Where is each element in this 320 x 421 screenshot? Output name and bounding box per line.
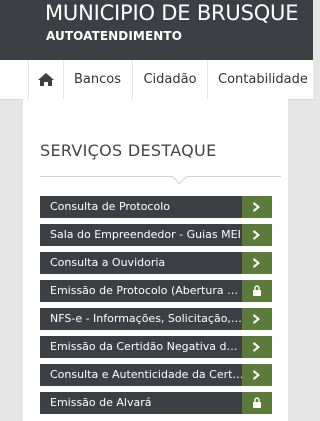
chevron-right-icon [253, 342, 260, 352]
divider-notch [171, 168, 188, 185]
service-item[interactable]: Sala do Empreendedor - Guias MEI [40, 224, 272, 246]
service-locked-button[interactable] [242, 392, 272, 414]
service-item[interactable]: Emissão de Alvará [40, 392, 272, 414]
section-divider [40, 176, 281, 177]
service-label: Emissão de Protocolo (Abertura de Proces… [50, 284, 244, 297]
top-nav: Bancos Cidadão Contabilidade [0, 60, 313, 100]
service-item[interactable]: Emissão de Protocolo (Abertura de Proces… [40, 280, 272, 302]
featured-services-panel: SERVIÇOS DESTAQUE Consulta de Protocolo S… [23, 99, 288, 421]
chevron-right-icon [253, 314, 260, 324]
service-label: Emissão da Certidão Negativa de Débitos [50, 340, 244, 353]
page-subtitle: AUTOATENDIMENTO [46, 29, 183, 43]
service-item[interactable]: Consulta de Protocolo [40, 196, 272, 218]
lock-icon [253, 397, 261, 408]
nav-item-contabilidade[interactable]: Contabilidade [208, 60, 313, 99]
app-header: MUNICIPIO DE BRUSQUE AUTOATENDIMENTO [0, 0, 313, 60]
chevron-right-icon [253, 370, 260, 380]
service-open-button[interactable] [242, 308, 272, 330]
service-label: Consulta e Autenticidade da Certidão [50, 368, 244, 381]
service-label: Consulta a Ouvidoria [50, 256, 166, 269]
service-label: Sala do Empreendedor - Guias MEI [50, 228, 241, 241]
service-item[interactable]: Emissão da Certidão Negativa de Débitos [40, 336, 272, 358]
service-open-button[interactable] [242, 364, 272, 386]
service-open-button[interactable] [242, 196, 272, 218]
nav-item-cidadao[interactable]: Cidadão [133, 60, 208, 99]
service-label: NFS-e - Informações, Solicitação, Consul… [50, 312, 244, 325]
service-item[interactable]: Consulta e Autenticidade da Certidão [40, 364, 272, 386]
page-title: MUNICIPIO DE BRUSQUE [45, 1, 299, 25]
lock-icon [253, 285, 261, 296]
service-label: Consulta de Protocolo [50, 200, 170, 213]
chevron-right-icon [253, 230, 260, 240]
service-locked-button[interactable] [242, 280, 272, 302]
section-title: SERVIÇOS DESTAQUE [40, 141, 217, 160]
nav-home[interactable] [28, 60, 64, 99]
service-open-button[interactable] [242, 252, 272, 274]
service-open-button[interactable] [242, 336, 272, 358]
nav-item-bancos[interactable]: Bancos [63, 60, 133, 99]
chevron-right-icon [253, 258, 260, 268]
service-label: Emissão de Alvará [50, 396, 152, 409]
service-open-button[interactable] [242, 224, 272, 246]
service-item[interactable]: Consulta a Ouvidoria [40, 252, 272, 274]
home-icon [38, 73, 54, 86]
service-item[interactable]: NFS-e - Informações, Solicitação, Consul… [40, 308, 272, 330]
chevron-right-icon [253, 202, 260, 212]
